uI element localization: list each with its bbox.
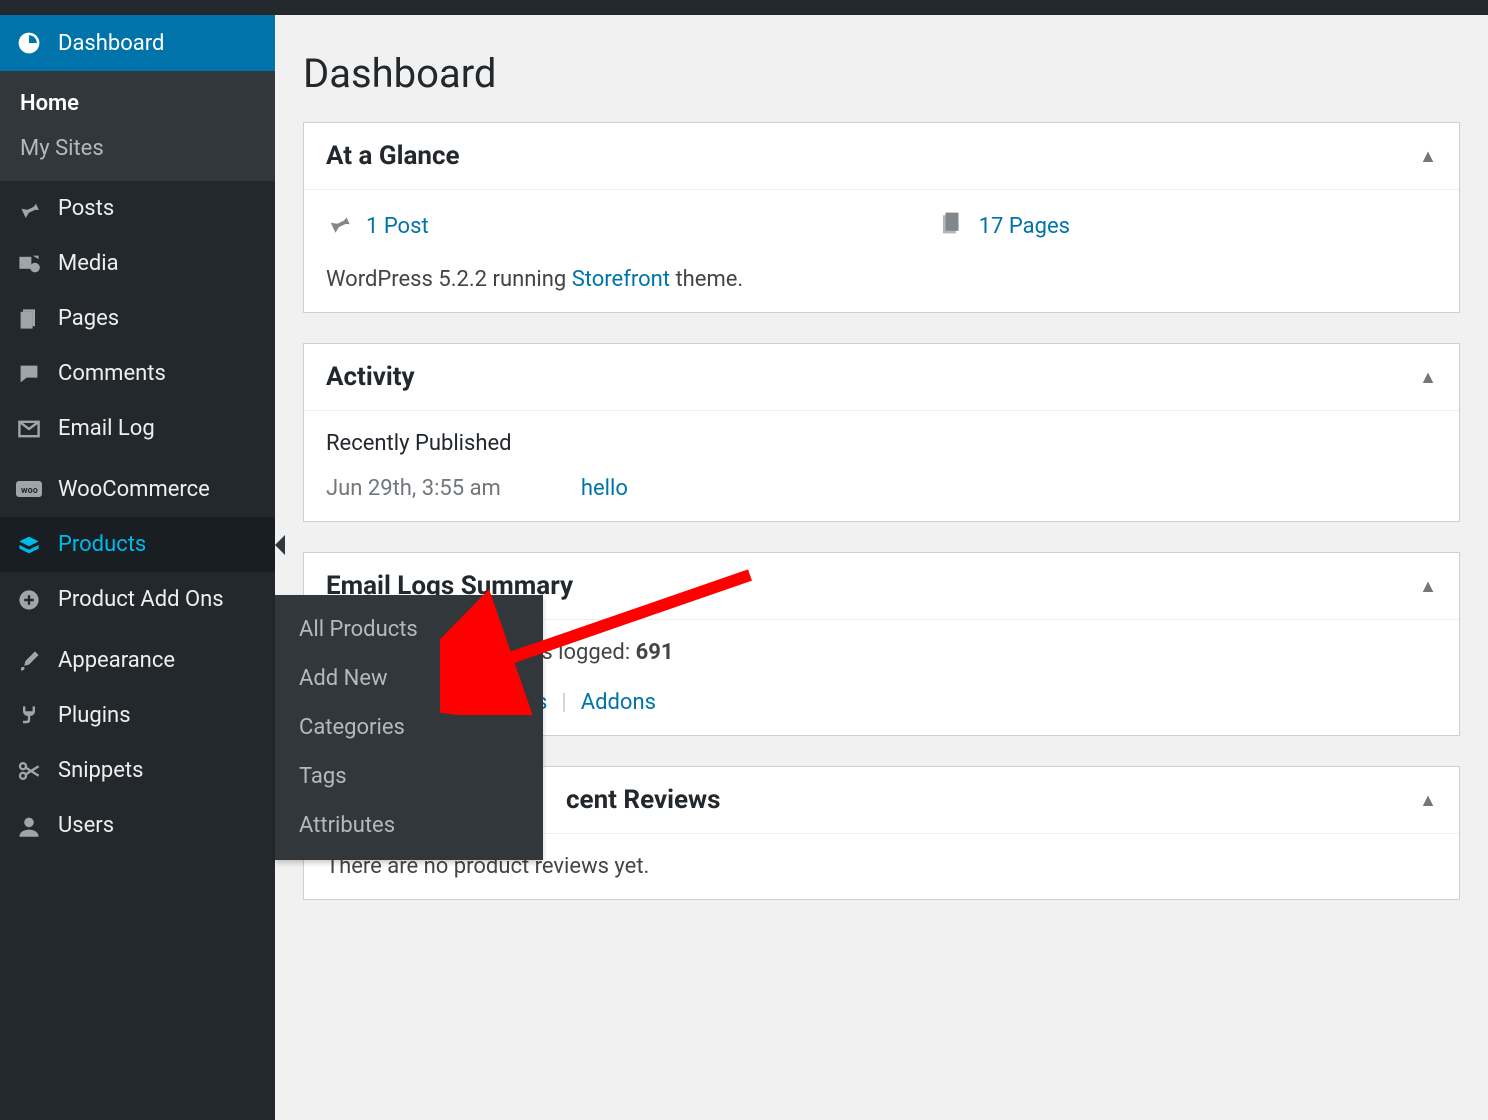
divider: | bbox=[561, 690, 566, 715]
panel-head[interactable]: Activity ▲ bbox=[304, 344, 1459, 411]
emails-link-addons[interactable]: Addons bbox=[581, 690, 656, 715]
panel-activity: Activity ▲ Recently Published Jun 29th, … bbox=[303, 343, 1460, 522]
sidebar-item-appearance[interactable]: Appearance bbox=[0, 633, 275, 688]
collapse-icon[interactable]: ▲ bbox=[1419, 146, 1437, 167]
flyout-item-all-products[interactable]: All Products bbox=[275, 605, 543, 654]
sidebar-label: Snippets bbox=[58, 758, 144, 783]
sidebar-label: Posts bbox=[58, 196, 114, 221]
dashboard-icon bbox=[14, 30, 44, 56]
brush-icon bbox=[14, 649, 44, 673]
pages-icon bbox=[14, 307, 44, 331]
pages-icon bbox=[939, 210, 965, 242]
submenu-item-home[interactable]: Home bbox=[0, 81, 275, 126]
collapse-icon[interactable]: ▲ bbox=[1419, 367, 1437, 388]
collapse-icon[interactable]: ▲ bbox=[1419, 576, 1437, 597]
sidebar-label: Appearance bbox=[58, 648, 175, 673]
sidebar-item-pages[interactable]: Pages bbox=[0, 291, 275, 346]
sidebar-item-snippets[interactable]: Snippets bbox=[0, 743, 275, 798]
products-flyout-menu: All Products Add New Categories Tags Att… bbox=[275, 595, 543, 860]
panel-at-a-glance: At a Glance ▲ 1 Post bbox=[303, 122, 1460, 313]
glance-pages-link[interactable]: 17 Pages bbox=[979, 214, 1070, 239]
svg-text:woo: woo bbox=[21, 486, 38, 496]
plug-icon bbox=[14, 704, 44, 728]
panel-title: At a Glance bbox=[326, 141, 460, 171]
sidebar-item-comments[interactable]: Comments bbox=[0, 346, 275, 401]
sidebar-item-woocommerce[interactable]: woo WooCommerce bbox=[0, 462, 275, 517]
sidebar-submenu-dashboard: Home My Sites bbox=[0, 71, 275, 181]
wp-version-text: WordPress 5.2.2 running Storefront theme… bbox=[326, 267, 1437, 292]
sidebar-item-users[interactable]: Users bbox=[0, 798, 275, 853]
sidebar-label: Email Log bbox=[58, 416, 155, 441]
products-icon bbox=[14, 533, 44, 557]
sidebar-label: Dashboard bbox=[58, 31, 164, 56]
sidebar-label: Media bbox=[58, 251, 119, 276]
sidebar-item-plugins[interactable]: Plugins bbox=[0, 688, 275, 743]
pin-icon bbox=[14, 197, 44, 221]
collapse-icon[interactable]: ▲ bbox=[1419, 790, 1437, 811]
glance-posts-link[interactable]: 1 Post bbox=[366, 214, 429, 239]
sidebar-label: Products bbox=[58, 532, 146, 557]
sidebar-item-emaillog[interactable]: Email Log bbox=[0, 401, 275, 456]
sidebar-label: Plugins bbox=[58, 703, 131, 728]
woocommerce-icon: woo bbox=[14, 481, 44, 499]
sidebar-label: Pages bbox=[58, 306, 119, 331]
sidebar-label: Users bbox=[58, 813, 114, 838]
activity-post-link[interactable]: hello bbox=[581, 476, 628, 501]
submenu-item-mysites[interactable]: My Sites bbox=[0, 126, 275, 171]
mail-icon bbox=[14, 417, 44, 441]
panel-title: Activity bbox=[326, 362, 415, 392]
flyout-item-attributes[interactable]: Attributes bbox=[275, 801, 543, 850]
admin-sidebar: Dashboard Home My Sites Posts Media Page… bbox=[0, 15, 275, 1120]
flyout-item-tags[interactable]: Tags bbox=[275, 752, 543, 801]
activity-date: Jun 29th, 3:55 am bbox=[326, 476, 501, 501]
main-content: Dashboard At a Glance ▲ 1 Post bbox=[275, 15, 1488, 1120]
flyout-item-add-new[interactable]: Add New bbox=[275, 654, 543, 703]
sidebar-label: Product Add Ons bbox=[58, 587, 224, 612]
flyout-item-categories[interactable]: Categories bbox=[275, 703, 543, 752]
activity-subtitle: Recently Published bbox=[326, 431, 1437, 456]
glance-posts[interactable]: 1 Post bbox=[326, 210, 429, 242]
sidebar-item-posts[interactable]: Posts bbox=[0, 181, 275, 236]
theme-link[interactable]: Storefront bbox=[572, 267, 670, 292]
glance-pages[interactable]: 17 Pages bbox=[939, 210, 1070, 242]
media-icon bbox=[14, 252, 44, 276]
pin-icon bbox=[326, 210, 352, 242]
plus-circle-icon bbox=[14, 588, 44, 612]
scissors-icon bbox=[14, 759, 44, 783]
sidebar-item-products[interactable]: Products bbox=[0, 517, 275, 572]
sidebar-item-productaddons[interactable]: Product Add Ons bbox=[0, 572, 275, 627]
sidebar-item-dashboard[interactable]: Dashboard bbox=[0, 15, 275, 71]
sidebar-label: Comments bbox=[58, 361, 166, 386]
sidebar-label: WooCommerce bbox=[58, 477, 210, 502]
sidebar-item-media[interactable]: Media bbox=[0, 236, 275, 291]
user-icon bbox=[14, 814, 44, 838]
comment-icon bbox=[14, 362, 44, 386]
page-title: Dashboard bbox=[303, 50, 1460, 97]
panel-head[interactable]: At a Glance ▲ bbox=[304, 123, 1459, 190]
admin-topbar bbox=[0, 0, 1488, 15]
